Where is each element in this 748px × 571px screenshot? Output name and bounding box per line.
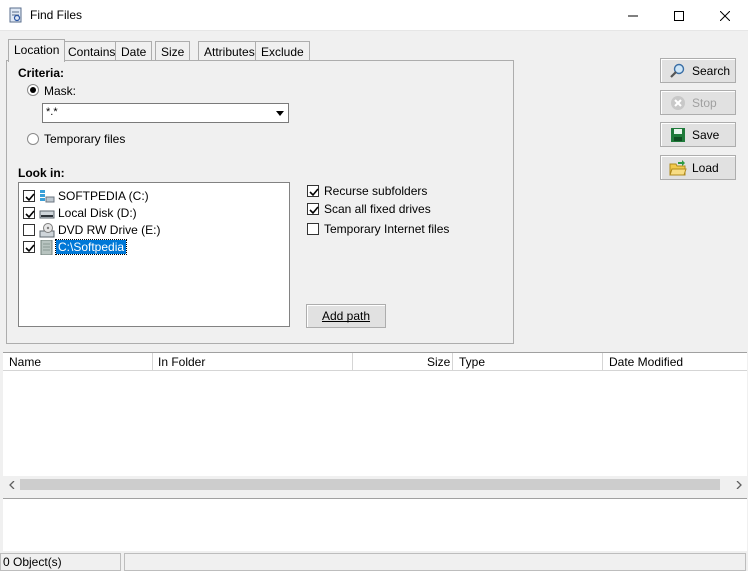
save-button[interactable]: Save (660, 122, 736, 147)
tree-item-label: Local Disk (D:) (58, 206, 137, 220)
scan-all-fixed-drives-checkbox[interactable] (307, 203, 319, 215)
mask-value: *.* (46, 106, 58, 118)
recurse-subfolders-label: Recurse subfolders (324, 184, 428, 198)
temporary-files-radio[interactable] (27, 133, 39, 145)
column-header-size[interactable]: Size (427, 355, 450, 369)
search-button[interactable]: Search (660, 58, 736, 83)
tree-item-label: SOFTPEDIA (C:) (58, 189, 149, 203)
results-column-headers: Name In Folder Size Type Date Modified (3, 353, 747, 371)
dvd-drive-icon (39, 223, 55, 238)
tab-label: Exclude (261, 45, 304, 59)
tree-item-local-disk-d[interactable]: Local Disk (D:) (23, 205, 283, 222)
load-label: Load (692, 160, 719, 175)
tab-size[interactable]: Size (155, 41, 191, 61)
window-title: Find Files (30, 8, 83, 22)
network-drive-icon (39, 189, 55, 204)
drive-checkbox[interactable] (23, 224, 35, 236)
status-object-count: 0 Object(s) (0, 553, 121, 571)
drive-checkbox[interactable] (23, 207, 35, 219)
minimize-icon (628, 15, 638, 16)
scrollbar-thumb[interactable] (20, 479, 720, 490)
column-header-type[interactable]: Type (459, 355, 485, 369)
horizontal-scrollbar[interactable] (3, 476, 747, 493)
save-label: Save (692, 127, 720, 142)
column-divider[interactable] (452, 353, 453, 371)
folder-icon (39, 239, 55, 256)
details-pane[interactable] (3, 498, 747, 551)
temporary-internet-files-label: Temporary Internet files (324, 222, 450, 236)
tab-date[interactable]: Date (115, 41, 153, 61)
add-path-button[interactable]: Add path (306, 304, 386, 328)
column-divider[interactable] (602, 353, 603, 371)
tree-item-label: DVD RW Drive (E:) (58, 223, 161, 237)
tab-label: Size (161, 45, 185, 59)
scan-all-fixed-drives-label: Scan all fixed drives (324, 202, 431, 216)
search-icon (669, 63, 687, 79)
tab-label: Contains (68, 45, 116, 59)
tab-attributes[interactable]: Attributes (198, 41, 261, 61)
chevron-down-icon[interactable] (271, 104, 288, 122)
temporary-internet-files-checkbox[interactable] (307, 223, 319, 235)
tab-exclude[interactable]: Exclude (255, 41, 310, 61)
hard-drive-icon (39, 206, 55, 221)
column-divider[interactable] (152, 353, 153, 371)
maximize-icon (674, 10, 684, 21)
maximize-button[interactable] (656, 0, 702, 31)
scroll-right-icon[interactable] (730, 476, 747, 493)
tree-item-label: C:\Softpedia (54, 239, 128, 255)
recurse-subfolders-checkbox[interactable] (307, 185, 319, 197)
mask-radio[interactable] (27, 84, 39, 96)
tab-label: Date (121, 45, 147, 59)
mask-combobox[interactable]: *.* (42, 103, 289, 123)
drive-checkbox[interactable] (23, 241, 35, 253)
find-files-app-icon (9, 7, 23, 24)
look-in-label: Look in: (18, 166, 65, 180)
column-divider[interactable] (352, 353, 353, 371)
tab-label: Attributes (204, 45, 255, 59)
tab-location[interactable]: Location (8, 39, 66, 62)
scroll-left-icon[interactable] (3, 476, 20, 493)
tab-contains[interactable]: Contains (62, 41, 122, 61)
load-button[interactable]: Load (660, 155, 736, 180)
close-button[interactable] (702, 0, 748, 31)
stop-icon (669, 95, 687, 111)
drive-checkbox[interactable] (23, 190, 35, 202)
column-header-date-modified[interactable]: Date Modified (609, 355, 683, 369)
column-header-in-folder[interactable]: In Folder (158, 355, 205, 369)
add-path-label: Add path (321, 309, 371, 323)
status-bar: 0 Object(s) (0, 551, 748, 571)
save-icon (669, 127, 687, 143)
title-bar[interactable]: Find Files (0, 0, 748, 31)
column-header-name[interactable]: Name (9, 355, 41, 369)
close-icon (720, 10, 730, 21)
tab-label: Location (14, 43, 60, 57)
tree-item-dvd-rw-e[interactable]: DVD RW Drive (E:) (23, 222, 283, 239)
stop-label: Stop (692, 95, 717, 110)
search-label: Search (692, 63, 731, 78)
stop-button[interactable]: Stop (660, 90, 736, 115)
results-list[interactable]: Name In Folder Size Type Date Modified (3, 352, 747, 493)
temporary-files-label: Temporary files (44, 132, 126, 146)
minimize-button[interactable] (610, 0, 656, 31)
tree-item-softpedia-c[interactable]: SOFTPEDIA (C:) (23, 188, 283, 205)
status-pane (124, 553, 746, 571)
load-folder-icon (669, 159, 687, 176)
look-in-tree[interactable]: SOFTPEDIA (C:) Local Disk (D:) DVD RW Dr… (18, 182, 290, 327)
mask-label: Mask: (44, 84, 77, 98)
tree-item-c-softpedia[interactable]: C:\Softpedia (23, 239, 283, 256)
criteria-label: Criteria: (18, 66, 65, 80)
